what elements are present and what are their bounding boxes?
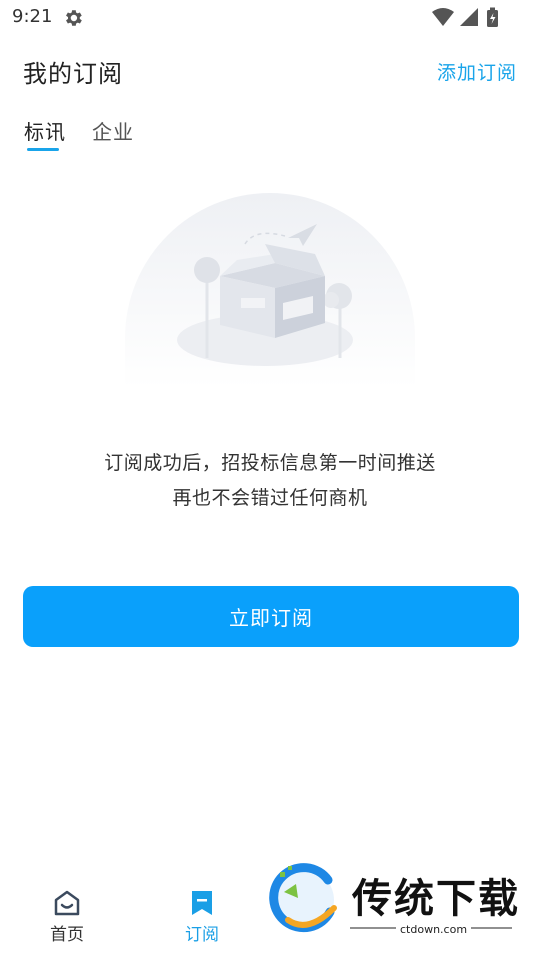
subscribe-now-button[interactable]: 立即订阅 bbox=[23, 586, 519, 647]
home-icon bbox=[22, 888, 112, 918]
nav-item-subscribe[interactable]: 订阅 bbox=[157, 888, 247, 945]
empty-message-line2: 再也不会错过任何商机 bbox=[172, 487, 368, 509]
settings-gear-icon bbox=[62, 7, 84, 29]
status-bar: 9:21 bbox=[0, 0, 540, 36]
watermark-logo: 传统下载 ctdown.com bbox=[266, 862, 518, 937]
nav-item-home[interactable]: 首页 bbox=[22, 888, 112, 945]
signal-icon bbox=[460, 8, 478, 26]
watermark-text: 传统下载 bbox=[352, 876, 520, 922]
bookmark-icon bbox=[157, 888, 247, 918]
active-tab-indicator bbox=[27, 148, 59, 151]
empty-box-illustration bbox=[125, 188, 415, 388]
tab-bidding-news[interactable]: 标讯 bbox=[24, 116, 66, 145]
status-time: 9:21 bbox=[12, 6, 53, 27]
status-icons bbox=[432, 7, 502, 29]
nav-label-home: 首页 bbox=[50, 925, 84, 945]
empty-message-line1: 订阅成功后，招投标信息第一时间推送 bbox=[104, 452, 436, 474]
empty-state-message: 订阅成功后，招投标信息第一时间推送 再也不会错过任何商机 bbox=[0, 446, 540, 516]
battery-icon bbox=[487, 7, 498, 27]
tab-companies[interactable]: 企业 bbox=[92, 116, 134, 145]
nav-label-subscribe: 订阅 bbox=[185, 925, 219, 945]
page-title: 我的订阅 bbox=[23, 60, 123, 88]
add-subscription-link[interactable]: 添加订阅 bbox=[437, 58, 517, 85]
watermark-url: ctdown.com bbox=[396, 923, 472, 936]
wifi-icon bbox=[432, 8, 454, 26]
